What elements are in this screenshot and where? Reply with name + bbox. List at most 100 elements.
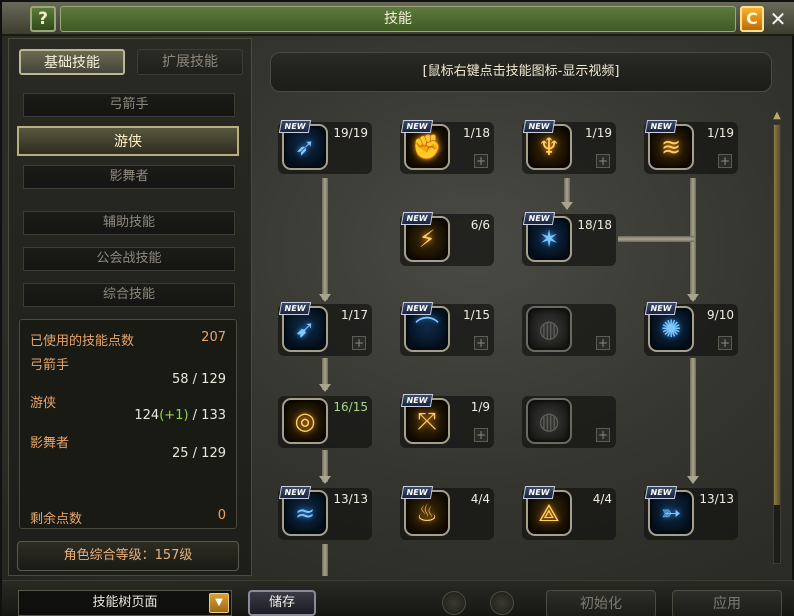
skill-level: 18/18 — [577, 218, 612, 232]
skill-slot[interactable]: ➹ NEW 1/17 + — [278, 302, 372, 356]
skill-slot[interactable]: ♆ NEW 1/19 + — [522, 120, 616, 174]
class-item-ranger[interactable]: 游侠 — [17, 126, 239, 156]
skill-slot[interactable]: ◎ 16/15 — [278, 396, 372, 448]
ranger-points-label: 游侠 — [30, 396, 57, 411]
reset-skill-icon[interactable]: C — [740, 6, 764, 32]
chevron-down-icon[interactable]: ▼ — [209, 593, 229, 613]
skill-window: ? 技能 C ✕ 基础技能 扩展技能 弓箭手 游侠 影舞者 辅助技能 公会战技能… — [0, 0, 794, 616]
skill-slot[interactable]: ✺ NEW 9/10 + — [644, 302, 738, 356]
plus-icon[interactable]: + — [474, 336, 488, 350]
category-guild-war-skills[interactable]: 公会战技能 — [23, 247, 235, 271]
new-badge: NEW — [400, 394, 434, 407]
skill-level: 1/17 — [341, 308, 368, 322]
new-badge: NEW — [644, 486, 678, 499]
skill-level: 1/15 — [463, 308, 490, 322]
skill-slot[interactable]: ➶ NEW 19/19 — [278, 120, 372, 174]
new-badge: NEW — [400, 212, 434, 225]
tree-connector — [564, 178, 570, 204]
skill-tree-scrollbar[interactable]: ▲ — [770, 110, 784, 576]
save-button[interactable]: 储存 — [248, 590, 316, 616]
skill-glyph: ◎ — [294, 407, 316, 435]
scroll-track[interactable] — [773, 124, 781, 564]
plus-icon[interactable]: + — [718, 154, 732, 168]
scroll-thumb[interactable] — [774, 125, 780, 505]
bottom-bar: 技能树页面 ▼ 储存 初始化 应用 — [2, 580, 794, 616]
tree-connector — [618, 236, 694, 242]
help-button[interactable]: ? — [30, 6, 56, 32]
skill-slot[interactable]: ✶ NEW 18/18 — [522, 212, 616, 266]
new-badge: NEW — [278, 302, 312, 315]
window-title: 技能 — [60, 6, 736, 32]
skill-slot[interactable]: ♨ NEW 4/4 — [400, 486, 494, 540]
skill-tree: [鼠标右键点击技能图标-显示视频] ➶ NEW 19/19 ✊ NEW 1/18 + ♆ NEW… — [256, 38, 790, 576]
connector-arrow — [687, 294, 699, 302]
category-general-skills[interactable]: 综合技能 — [23, 283, 235, 307]
skill-slot[interactable]: ⤧ NEW 1/9 + — [400, 394, 494, 448]
skill-slot[interactable]: ◍ + — [522, 304, 616, 356]
new-badge: NEW — [522, 486, 556, 499]
initialize-button[interactable]: 初始化 — [546, 590, 656, 616]
tree-connector — [690, 358, 696, 478]
archer-points-label: 弓箭手 — [30, 358, 70, 373]
skill-slot[interactable]: ≋ NEW 1/19 + — [644, 120, 738, 174]
skill-level: 19/19 — [333, 126, 368, 140]
scroll-up-icon[interactable]: ▲ — [770, 110, 784, 122]
ornament-icon — [442, 591, 466, 615]
skill-tree-page-select[interactable]: 技能树页面 ▼ — [18, 590, 232, 616]
connector-arrow — [319, 476, 331, 484]
skill-level: 4/4 — [592, 492, 612, 506]
new-badge: NEW — [522, 212, 556, 225]
close-icon[interactable]: ✕ — [766, 6, 790, 32]
skill-slot[interactable]: ⟁ NEW 4/4 — [522, 486, 616, 540]
ornament-icon — [490, 591, 514, 615]
skill-level: 4/4 — [470, 492, 490, 506]
plus-icon[interactable]: + — [596, 154, 610, 168]
skill-slot[interactable]: ✊ NEW 1/18 + — [400, 120, 494, 174]
new-badge: NEW — [400, 302, 434, 315]
connector-arrow — [561, 202, 573, 210]
category-support-skills[interactable]: 辅助技能 — [23, 211, 235, 235]
tree-connector — [322, 544, 328, 576]
tab-extended-skills[interactable]: 扩展技能 — [137, 49, 243, 75]
shadow-dancer-points-label: 影舞者 — [30, 436, 70, 451]
connector-arrow — [319, 294, 331, 302]
plus-icon[interactable]: + — [474, 428, 488, 442]
plus-icon[interactable]: + — [474, 154, 488, 168]
plus-icon[interactable]: + — [596, 428, 610, 442]
hint-text: [鼠标右键点击技能图标-显示视频] — [270, 52, 772, 92]
plus-icon[interactable]: + — [352, 336, 366, 350]
skill-level: 13/13 — [699, 492, 734, 506]
new-badge: NEW — [400, 120, 434, 133]
new-badge: NEW — [400, 486, 434, 499]
remaining-points-value: 0 — [217, 508, 226, 523]
shadow-dancer-points-value: 25 / 129 — [172, 446, 226, 461]
new-badge: NEW — [278, 120, 312, 133]
skill-level: 1/19 — [585, 126, 612, 140]
skill-level: 1/19 — [707, 126, 734, 140]
skill-level: 13/13 — [333, 492, 368, 506]
class-item-archer[interactable]: 弓箭手 — [23, 93, 235, 117]
skill-level: 1/18 — [463, 126, 490, 140]
plus-icon[interactable]: + — [596, 336, 610, 350]
character-level: 角色综合等级：157级 — [17, 541, 239, 571]
locked-skill-icon[interactable]: ◍ — [526, 306, 572, 352]
new-badge: NEW — [644, 120, 678, 133]
skill-slot[interactable]: ⌒ NEW 1/15 + — [400, 302, 494, 356]
plus-icon[interactable]: + — [718, 336, 732, 350]
connector-arrow — [319, 384, 331, 392]
new-badge: NEW — [522, 120, 556, 133]
class-item-shadow-dancer[interactable]: 影舞者 — [23, 165, 235, 189]
apply-button[interactable]: 应用 — [672, 590, 782, 616]
tab-basic-skills[interactable]: 基础技能 — [19, 49, 125, 75]
locked-skill-icon[interactable]: ◍ — [526, 398, 572, 444]
skill-slot[interactable]: ➳ NEW 13/13 — [644, 486, 738, 540]
power-ring-icon[interactable]: ◎ — [282, 398, 328, 444]
skill-level: 9/10 — [707, 308, 734, 322]
skill-slot[interactable]: ≈ NEW 13/13 — [278, 486, 372, 540]
title-bar[interactable]: ? 技能 C ✕ — [2, 2, 794, 36]
skill-slot[interactable]: ◍ + — [522, 396, 616, 448]
ranger-points-value: 124(+1) / 133 — [134, 408, 226, 423]
skill-points-panel: 已使用的技能点数 207 弓箭手 58 / 129 游侠 124(+1) / 1… — [19, 319, 237, 529]
used-points-value: 207 — [201, 330, 226, 345]
skill-slot[interactable]: ⚡ NEW 6/6 — [400, 212, 494, 266]
